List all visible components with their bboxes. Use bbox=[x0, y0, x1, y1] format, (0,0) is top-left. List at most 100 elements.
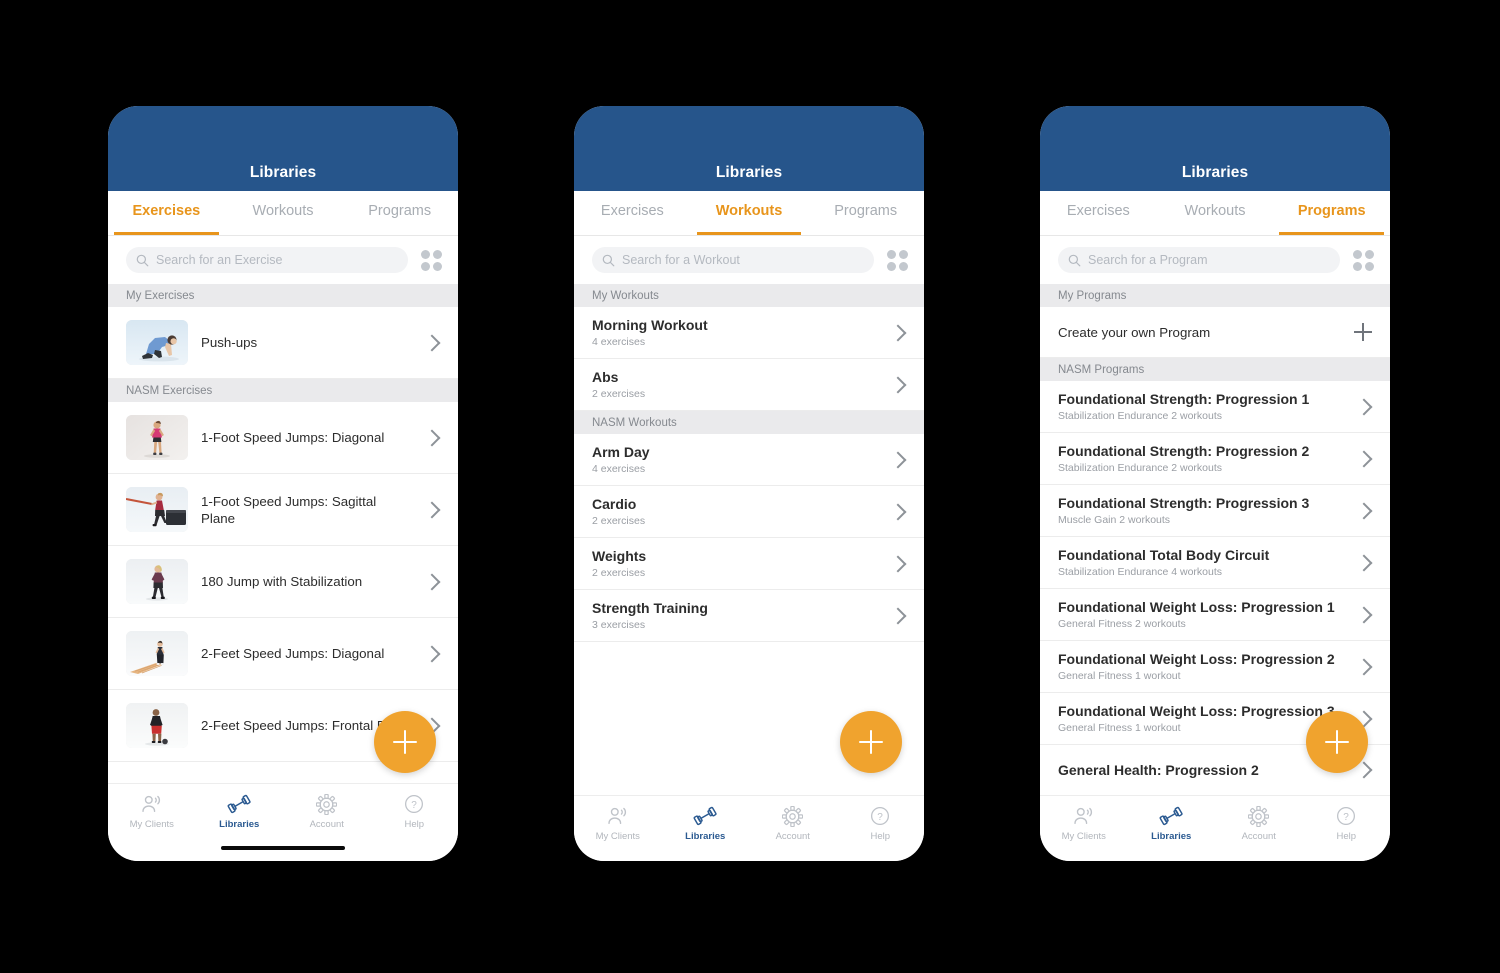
list-item[interactable]: Create your own Program bbox=[1040, 307, 1390, 358]
chevron-right-icon[interactable] bbox=[889, 451, 907, 468]
list-item[interactable]: Arm Day 4 exercises bbox=[574, 434, 924, 486]
phone-screen-workouts: Libraries Exercises Workouts Programs Search… bbox=[574, 106, 924, 861]
list-item[interactable]: Foundational Weight Loss: Progression 1 G… bbox=[1040, 589, 1390, 641]
chevron-right-icon[interactable] bbox=[889, 376, 907, 393]
add-floating-action-button[interactable] bbox=[840, 711, 902, 773]
nav-item-account[interactable]: Account bbox=[749, 805, 837, 861]
nav-item-label: Libraries bbox=[685, 831, 726, 842]
search-input[interactable]: Search for a Workout bbox=[592, 247, 874, 273]
list-item[interactable]: 1-Foot Speed Jumps: Sagittal Plane bbox=[108, 474, 458, 546]
nav-item-account[interactable]: Account bbox=[283, 793, 371, 861]
chevron-right-icon[interactable] bbox=[423, 501, 441, 518]
app-header: Libraries bbox=[108, 106, 458, 191]
chevron-right-icon[interactable] bbox=[1355, 554, 1373, 571]
tab-exercises[interactable]: Exercises bbox=[574, 191, 691, 235]
chevron-right-icon[interactable] bbox=[889, 555, 907, 572]
gear-icon bbox=[316, 793, 338, 815]
list-item-text: Strength Training 3 exercises bbox=[592, 600, 879, 632]
grid-view-icon[interactable] bbox=[420, 249, 442, 271]
grid-view-icon[interactable] bbox=[886, 249, 908, 271]
add-floating-action-button[interactable] bbox=[1306, 711, 1368, 773]
nav-item-label: Help bbox=[1336, 831, 1357, 842]
list-item[interactable]: Abs 2 exercises bbox=[574, 359, 924, 411]
nav-item-help[interactable]: ? Help bbox=[1303, 805, 1391, 861]
tab-workouts[interactable]: Workouts bbox=[225, 191, 342, 235]
screenshot-canvas: Libraries Exercises Workouts Programs Search… bbox=[0, 0, 1500, 973]
list-item[interactable]: Cardio 2 exercises bbox=[574, 486, 924, 538]
list-item[interactable]: 1-Foot Speed Jumps: Diagonal bbox=[108, 402, 458, 474]
list-content[interactable]: My Exercises Push-ups NASM Exercises 1-Foot… bbox=[108, 284, 458, 783]
chevron-right-icon[interactable] bbox=[423, 429, 441, 446]
grid-view-icon[interactable] bbox=[1352, 249, 1374, 271]
list-item[interactable]: Morning Workout 4 exercises bbox=[574, 307, 924, 359]
tab-workouts[interactable]: Workouts bbox=[1157, 191, 1274, 235]
chevron-right-icon[interactable] bbox=[889, 607, 907, 624]
library-tabs: Exercises Workouts Programs bbox=[108, 191, 458, 236]
tab-workouts[interactable]: Workouts bbox=[691, 191, 808, 235]
tab-programs[interactable]: Programs bbox=[807, 191, 924, 235]
nav-item-libraries[interactable]: Libraries bbox=[1128, 805, 1216, 861]
list-item-title: 2-Feet Speed Jumps: Diagonal bbox=[201, 646, 385, 661]
chevron-right-icon[interactable] bbox=[1355, 658, 1373, 675]
chevron-right-icon[interactable] bbox=[423, 645, 441, 662]
list-item[interactable]: Foundational Strength: Progression 1 Stab… bbox=[1040, 381, 1390, 433]
chevron-right-icon[interactable] bbox=[1355, 502, 1373, 519]
chevron-right-icon[interactable] bbox=[1355, 450, 1373, 467]
nav-item-label: Libraries bbox=[219, 819, 260, 830]
tab-programs[interactable]: Programs bbox=[1273, 191, 1390, 235]
list-item[interactable]: Push-ups bbox=[108, 307, 458, 379]
list-item-subtitle: 2 exercises bbox=[592, 387, 646, 400]
nav-item-account[interactable]: Account bbox=[1215, 805, 1303, 861]
list-item-text: Create your own Program bbox=[1058, 324, 1341, 341]
nav-item-label: Help bbox=[404, 819, 425, 830]
list-item[interactable]: 2-Feet Speed Jumps: Diagonal bbox=[108, 618, 458, 690]
library-tabs: Exercises Workouts Programs bbox=[1040, 191, 1390, 236]
list-item[interactable]: Foundational Strength: Progression 2 Stab… bbox=[1040, 433, 1390, 485]
nav-item-label: My Clients bbox=[1061, 831, 1106, 842]
list-item[interactable]: 180 Jump with Stabilization bbox=[108, 546, 458, 618]
add-floating-action-button[interactable] bbox=[374, 711, 436, 773]
list-item[interactable]: Foundational Total Body Circuit Stabiliza… bbox=[1040, 537, 1390, 589]
chevron-right-icon[interactable] bbox=[889, 324, 907, 341]
dumbbell-icon bbox=[693, 805, 717, 827]
tab-label: Exercises bbox=[600, 203, 664, 219]
tab-programs[interactable]: Programs bbox=[341, 191, 458, 235]
list-item-text: 180 Jump with Stabilization bbox=[201, 573, 413, 590]
plus-icon[interactable] bbox=[1354, 323, 1372, 341]
tab-exercises[interactable]: Exercises bbox=[108, 191, 225, 235]
nav-item-help[interactable]: ? Help bbox=[371, 793, 459, 861]
nav-item-libraries[interactable]: Libraries bbox=[662, 805, 750, 861]
chevron-right-icon[interactable] bbox=[423, 573, 441, 590]
nav-item-my-clients[interactable]: My Clients bbox=[108, 793, 196, 861]
gear-icon bbox=[782, 805, 804, 827]
chevron-right-icon[interactable] bbox=[1355, 398, 1373, 415]
list-item-subtitle: General Fitness 1 workout bbox=[1058, 669, 1181, 682]
list-item-title: Abs bbox=[592, 368, 619, 385]
list-item[interactable]: Strength Training 3 exercises bbox=[574, 590, 924, 642]
search-input[interactable]: Search for a Program bbox=[1058, 247, 1340, 273]
tab-exercises[interactable]: Exercises bbox=[1040, 191, 1157, 235]
nav-item-my-clients[interactable]: My Clients bbox=[1040, 805, 1128, 861]
tab-label: Programs bbox=[834, 203, 898, 219]
list-item-text: 1-Foot Speed Jumps: Diagonal bbox=[201, 429, 413, 446]
nav-item-help[interactable]: ? Help bbox=[837, 805, 925, 861]
list-item-text: General Health: Progression 2 bbox=[1058, 762, 1345, 779]
list-item-text: Foundational Weight Loss: Progression 3 G… bbox=[1058, 703, 1345, 735]
list-item-title: Foundational Strength: Progression 3 bbox=[1058, 494, 1310, 511]
question-circle-icon: ? bbox=[404, 793, 424, 815]
search-input[interactable]: Search for an Exercise bbox=[126, 247, 408, 273]
chevron-right-icon[interactable] bbox=[889, 503, 907, 520]
chevron-right-icon[interactable] bbox=[423, 334, 441, 351]
question-circle-icon: ? bbox=[870, 805, 890, 827]
nav-item-my-clients[interactable]: My Clients bbox=[574, 805, 662, 861]
list-item-subtitle: 2 exercises bbox=[592, 566, 646, 579]
list-item[interactable]: Weights 2 exercises bbox=[574, 538, 924, 590]
list-item[interactable]: Foundational Weight Loss: Progression 2 G… bbox=[1040, 641, 1390, 693]
list-item[interactable]: Foundational Strength: Progression 3 Musc… bbox=[1040, 485, 1390, 537]
section-header: My Exercises bbox=[108, 284, 458, 307]
nav-item-libraries[interactable]: Libraries bbox=[196, 793, 284, 861]
list-item-text: Foundational Total Body Circuit Stabiliza… bbox=[1058, 547, 1345, 579]
list-item-title: Foundational Strength: Progression 2 bbox=[1058, 442, 1310, 459]
chevron-right-icon[interactable] bbox=[1355, 606, 1373, 623]
section-header: My Programs bbox=[1040, 284, 1390, 307]
